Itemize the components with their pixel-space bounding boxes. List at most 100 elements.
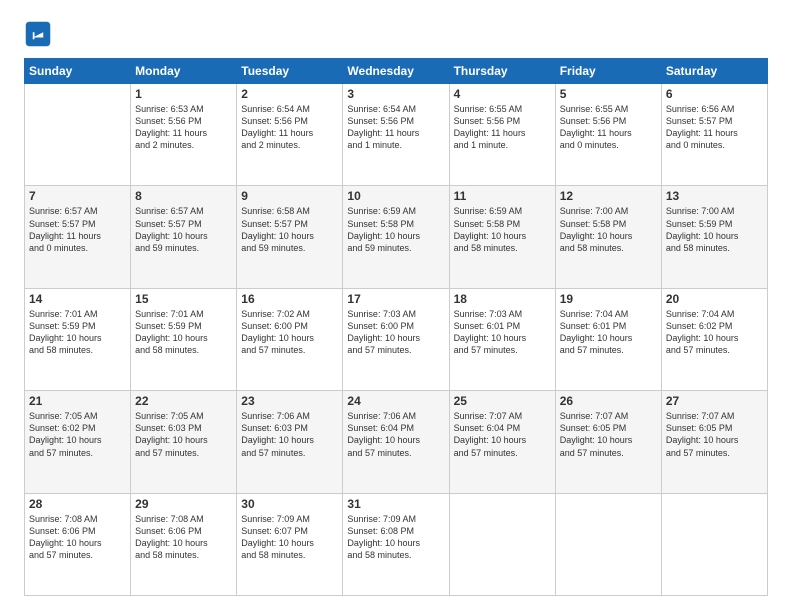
- day-number: 13: [666, 189, 763, 203]
- calendar-week: 28 Sunrise: 7:08 AM Sunset: 6:06 PM Dayli…: [25, 493, 768, 595]
- calendar-cell: 3 Sunrise: 6:54 AM Sunset: 5:56 PM Daylig…: [343, 84, 449, 186]
- calendar-cell: 6 Sunrise: 6:56 AM Sunset: 5:57 PM Daylig…: [661, 84, 767, 186]
- day-number: 25: [454, 394, 551, 408]
- cell-detail: Sunrise: 7:01 AM Sunset: 5:59 PM Dayligh…: [29, 308, 126, 357]
- calendar-cell: 2 Sunrise: 6:54 AM Sunset: 5:56 PM Daylig…: [237, 84, 343, 186]
- calendar-cell: 20 Sunrise: 7:04 AM Sunset: 6:02 PM Dayli…: [661, 288, 767, 390]
- cell-detail: Sunrise: 7:03 AM Sunset: 6:01 PM Dayligh…: [454, 308, 551, 357]
- calendar-week: 1 Sunrise: 6:53 AM Sunset: 5:56 PM Daylig…: [25, 84, 768, 186]
- weekday-header: Saturday: [661, 59, 767, 84]
- day-number: 18: [454, 292, 551, 306]
- calendar-cell: 12 Sunrise: 7:00 AM Sunset: 5:58 PM Dayli…: [555, 186, 661, 288]
- calendar-week: 21 Sunrise: 7:05 AM Sunset: 6:02 PM Dayli…: [25, 391, 768, 493]
- cell-detail: Sunrise: 7:03 AM Sunset: 6:00 PM Dayligh…: [347, 308, 444, 357]
- calendar-cell: 26 Sunrise: 7:07 AM Sunset: 6:05 PM Dayli…: [555, 391, 661, 493]
- day-number: 23: [241, 394, 338, 408]
- day-number: 5: [560, 87, 657, 101]
- day-number: 3: [347, 87, 444, 101]
- cell-detail: Sunrise: 6:55 AM Sunset: 5:56 PM Dayligh…: [560, 103, 657, 152]
- cell-detail: Sunrise: 6:56 AM Sunset: 5:57 PM Dayligh…: [666, 103, 763, 152]
- cell-detail: Sunrise: 7:09 AM Sunset: 6:08 PM Dayligh…: [347, 513, 444, 562]
- cell-detail: Sunrise: 7:01 AM Sunset: 5:59 PM Dayligh…: [135, 308, 232, 357]
- cell-detail: Sunrise: 6:57 AM Sunset: 5:57 PM Dayligh…: [29, 205, 126, 254]
- cell-detail: Sunrise: 6:54 AM Sunset: 5:56 PM Dayligh…: [241, 103, 338, 152]
- cell-detail: Sunrise: 7:00 AM Sunset: 5:58 PM Dayligh…: [560, 205, 657, 254]
- day-number: 26: [560, 394, 657, 408]
- cell-detail: Sunrise: 6:55 AM Sunset: 5:56 PM Dayligh…: [454, 103, 551, 152]
- day-number: 12: [560, 189, 657, 203]
- calendar-cell: 25 Sunrise: 7:07 AM Sunset: 6:04 PM Dayli…: [449, 391, 555, 493]
- weekday-header: Sunday: [25, 59, 131, 84]
- calendar-cell: [661, 493, 767, 595]
- calendar-cell: 18 Sunrise: 7:03 AM Sunset: 6:01 PM Dayli…: [449, 288, 555, 390]
- calendar-cell: 22 Sunrise: 7:05 AM Sunset: 6:03 PM Dayli…: [131, 391, 237, 493]
- day-number: 10: [347, 189, 444, 203]
- calendar-cell: 17 Sunrise: 7:03 AM Sunset: 6:00 PM Dayli…: [343, 288, 449, 390]
- calendar-table: SundayMondayTuesdayWednesdayThursdayFrid…: [24, 58, 768, 596]
- day-number: 31: [347, 497, 444, 511]
- calendar-cell: [25, 84, 131, 186]
- day-number: 15: [135, 292, 232, 306]
- calendar-cell: 30Sunrise: 7:09 AM Sunset: 6:07 PM Dayli…: [237, 493, 343, 595]
- day-number: 27: [666, 394, 763, 408]
- calendar-cell: [555, 493, 661, 595]
- day-number: 19: [560, 292, 657, 306]
- calendar-cell: 14 Sunrise: 7:01 AM Sunset: 5:59 PM Dayli…: [25, 288, 131, 390]
- day-number: 9: [241, 189, 338, 203]
- header: [24, 20, 768, 48]
- calendar-cell: 5 Sunrise: 6:55 AM Sunset: 5:56 PM Daylig…: [555, 84, 661, 186]
- day-number: 20: [666, 292, 763, 306]
- calendar-cell: 27Sunrise: 7:07 AM Sunset: 6:05 PM Dayli…: [661, 391, 767, 493]
- cell-detail: Sunrise: 7:08 AM Sunset: 6:06 PM Dayligh…: [135, 513, 232, 562]
- calendar-cell: 13 Sunrise: 7:00 AM Sunset: 5:59 PM Dayli…: [661, 186, 767, 288]
- calendar-cell: 9 Sunrise: 6:58 AM Sunset: 5:57 PM Daylig…: [237, 186, 343, 288]
- calendar-cell: 15 Sunrise: 7:01 AM Sunset: 5:59 PM Dayli…: [131, 288, 237, 390]
- cell-detail: Sunrise: 6:54 AM Sunset: 5:56 PM Dayligh…: [347, 103, 444, 152]
- day-number: 16: [241, 292, 338, 306]
- cell-detail: Sunrise: 6:53 AM Sunset: 5:56 PM Dayligh…: [135, 103, 232, 152]
- calendar-cell: 4 Sunrise: 6:55 AM Sunset: 5:56 PM Daylig…: [449, 84, 555, 186]
- day-number: 1: [135, 87, 232, 101]
- calendar-cell: 28Sunrise: 7:08 AM Sunset: 6:06 PM Dayli…: [25, 493, 131, 595]
- calendar-cell: 16Sunrise: 7:02 AM Sunset: 6:00 PM Dayli…: [237, 288, 343, 390]
- calendar-cell: 1 Sunrise: 6:53 AM Sunset: 5:56 PM Daylig…: [131, 84, 237, 186]
- day-number: 17: [347, 292, 444, 306]
- cell-detail: Sunrise: 6:59 AM Sunset: 5:58 PM Dayligh…: [347, 205, 444, 254]
- day-number: 8: [135, 189, 232, 203]
- weekday-header: Wednesday: [343, 59, 449, 84]
- day-number: 6: [666, 87, 763, 101]
- day-number: 22: [135, 394, 232, 408]
- header-row: SundayMondayTuesdayWednesdayThursdayFrid…: [25, 59, 768, 84]
- cell-detail: Sunrise: 7:00 AM Sunset: 5:59 PM Dayligh…: [666, 205, 763, 254]
- calendar-cell: 24Sunrise: 7:06 AM Sunset: 6:04 PM Dayli…: [343, 391, 449, 493]
- day-number: 29: [135, 497, 232, 511]
- day-number: 21: [29, 394, 126, 408]
- cell-detail: Sunrise: 7:05 AM Sunset: 6:03 PM Dayligh…: [135, 410, 232, 459]
- calendar-cell: [449, 493, 555, 595]
- calendar-cell: 21 Sunrise: 7:05 AM Sunset: 6:02 PM Dayli…: [25, 391, 131, 493]
- day-number: 14: [29, 292, 126, 306]
- cell-detail: Sunrise: 7:09 AM Sunset: 6:07 PM Dayligh…: [241, 513, 338, 562]
- cell-detail: Sunrise: 6:58 AM Sunset: 5:57 PM Dayligh…: [241, 205, 338, 254]
- calendar-cell: 31 Sunrise: 7:09 AM Sunset: 6:08 PM Dayli…: [343, 493, 449, 595]
- calendar-cell: 7 Sunrise: 6:57 AM Sunset: 5:57 PM Daylig…: [25, 186, 131, 288]
- cell-detail: Sunrise: 7:06 AM Sunset: 6:03 PM Dayligh…: [241, 410, 338, 459]
- weekday-header: Tuesday: [237, 59, 343, 84]
- cell-detail: Sunrise: 7:05 AM Sunset: 6:02 PM Dayligh…: [29, 410, 126, 459]
- calendar-cell: 10 Sunrise: 6:59 AM Sunset: 5:58 PM Dayli…: [343, 186, 449, 288]
- cell-detail: Sunrise: 7:07 AM Sunset: 6:05 PM Dayligh…: [560, 410, 657, 459]
- cell-detail: Sunrise: 6:59 AM Sunset: 5:58 PM Dayligh…: [454, 205, 551, 254]
- day-number: 4: [454, 87, 551, 101]
- calendar-cell: 11 Sunrise: 6:59 AM Sunset: 5:58 PM Dayli…: [449, 186, 555, 288]
- weekday-header: Monday: [131, 59, 237, 84]
- cell-detail: Sunrise: 7:04 AM Sunset: 6:02 PM Dayligh…: [666, 308, 763, 357]
- cell-detail: Sunrise: 7:04 AM Sunset: 6:01 PM Dayligh…: [560, 308, 657, 357]
- cell-detail: Sunrise: 7:06 AM Sunset: 6:04 PM Dayligh…: [347, 410, 444, 459]
- calendar-cell: 8Sunrise: 6:57 AM Sunset: 5:57 PM Daylig…: [131, 186, 237, 288]
- day-number: 11: [454, 189, 551, 203]
- calendar-cell: 29 Sunrise: 7:08 AM Sunset: 6:06 PM Dayli…: [131, 493, 237, 595]
- day-number: 2: [241, 87, 338, 101]
- day-number: 28: [29, 497, 126, 511]
- day-number: 7: [29, 189, 126, 203]
- cell-detail: Sunrise: 7:07 AM Sunset: 6:04 PM Dayligh…: [454, 410, 551, 459]
